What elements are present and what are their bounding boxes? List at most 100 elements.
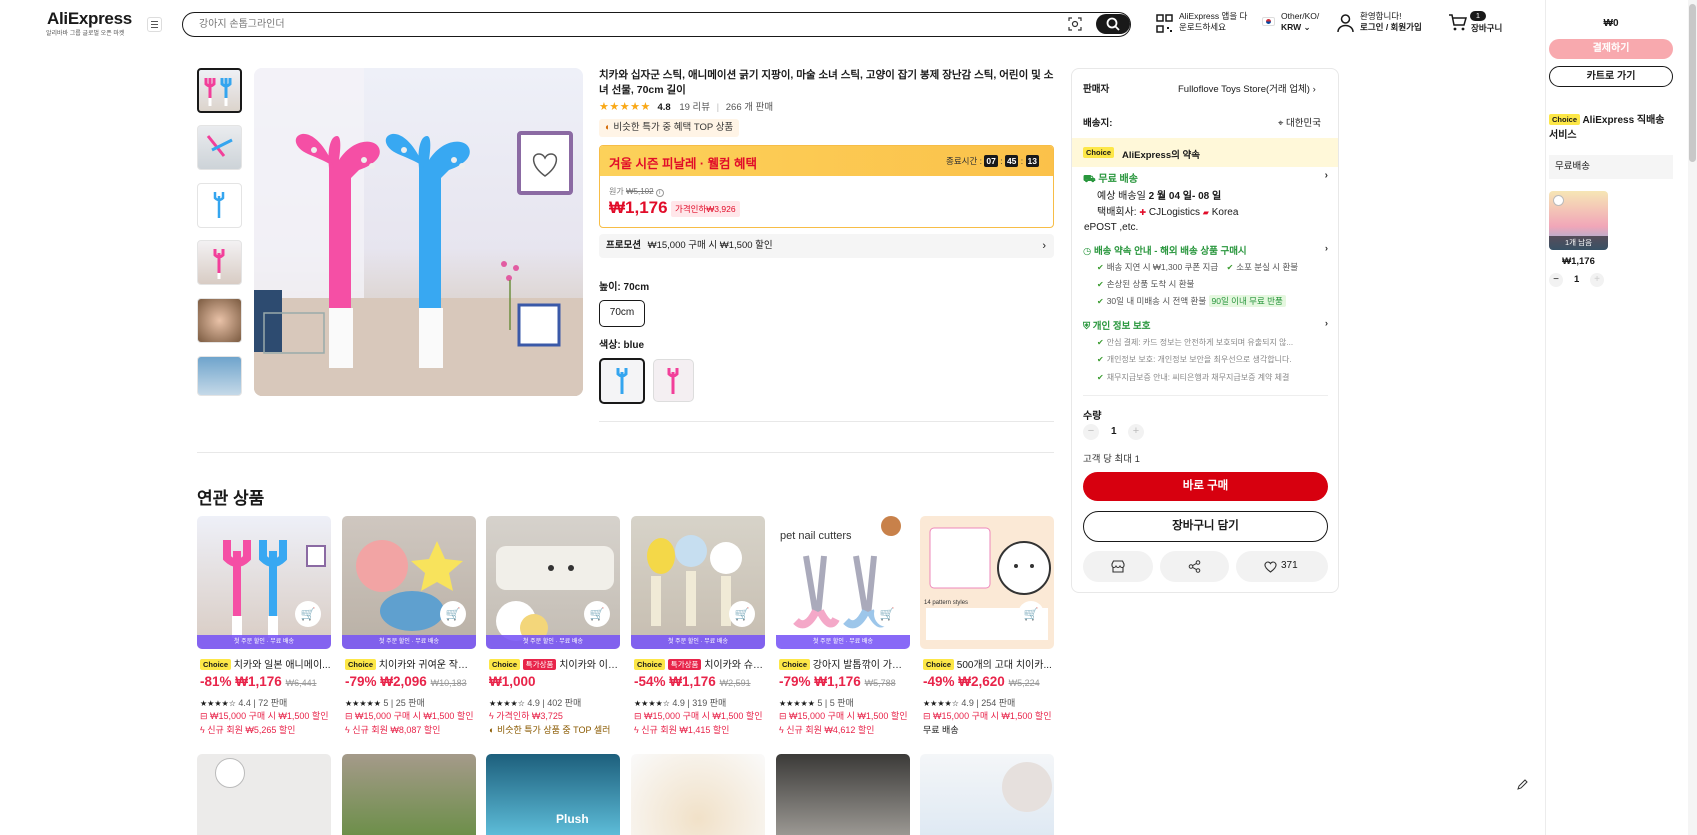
clock-icon: ◷ [1083, 246, 1092, 257]
guarantee-1: ✔ 배송 지연 시 ₩1,300 쿠폰 지급 ✔ 소포 분실 시 환불 [1097, 262, 1299, 272]
cart-icon[interactable] [1448, 14, 1467, 32]
guarantee-4: ✔ 30일 내 미배송 시 전액 환불 90일 이내 무료 반품 [1097, 295, 1286, 307]
heart-icon [1264, 561, 1277, 573]
add-to-cart-icon: 🛒 [874, 601, 900, 627]
seller-label: 판매자 [1083, 84, 1110, 95]
thumbnail-4[interactable] [197, 240, 242, 285]
wishlist-button[interactable]: 371 [1236, 551, 1328, 582]
thumbnail-6[interactable] [197, 356, 242, 396]
rating-stars: ★★★★★ [599, 101, 651, 113]
ship-to-label: 배송지: [1083, 118, 1113, 129]
divider [197, 452, 1054, 453]
rating-row[interactable]: ★★★★★ 4.8 19 리뷰 | 266 개 판매 [599, 99, 773, 113]
app-download-link[interactable]: AliExpress 앱을 다 운로드하세요 [1179, 11, 1247, 33]
cart-item-image[interactable]: 1개 남음 [1549, 191, 1608, 250]
color-option-blue[interactable] [599, 358, 645, 404]
korea-flag-icon [1262, 17, 1275, 26]
quantity-label: 수량 [1083, 411, 1102, 422]
height-option-70cm[interactable]: 70cm [599, 300, 645, 327]
cart-item-checkbox[interactable] [1553, 195, 1564, 206]
top-header: AliExpress 알리바바 그룹 글로벌 오픈 마켓 AliExpress … [0, 0, 1545, 48]
search-bar [182, 12, 1131, 37]
add-to-cart-icon: 🛒 [1018, 601, 1044, 627]
seller-name-link[interactable]: Fulloflove Toys Store(거래 업체) › [1178, 81, 1316, 95]
related-product-card[interactable] [197, 754, 331, 835]
direct-delivery-service: Choice AliExpress 직배송 서비스 [1549, 114, 1665, 141]
privacy-item-1: ✔ 안심 결제: 카드 정보는 안전하게 보호되며 유출되지 않... [1097, 338, 1294, 347]
related-product-card[interactable]: Plush [486, 754, 620, 835]
thumbnail-5[interactable] [197, 298, 242, 343]
product-title: 치카와 십자군 스틱, 애니메이션 긁기 지팡이, 마술 소녀 스틱, 고양이 … [599, 69, 1054, 96]
locale-selector[interactable]: Other/KO/KRW ⌄ [1281, 11, 1319, 33]
delivery-promise-link[interactable]: ◷ 배송 약속 안내 - 해외 배송 상품 구매시 › [1083, 243, 1328, 257]
share-icon [1188, 560, 1201, 573]
height-label: 높이: 70cm [599, 282, 650, 293]
location-pin-icon: ⌖ [1278, 118, 1284, 129]
add-to-cart-button[interactable]: 장바구니 담기 [1083, 511, 1328, 542]
cart-total: ₩0 [1603, 18, 1619, 29]
related-title: 연관 상품 [197, 489, 265, 508]
cart-item-price: ₩1,176 [1562, 256, 1595, 267]
cart-item-increase[interactable]: + [1590, 273, 1604, 287]
image-search-icon[interactable] [1068, 17, 1082, 31]
cart-item-decrease[interactable]: − [1549, 273, 1563, 287]
privacy-item-3: ✔ 채무지급보증 안내: 씨티은행과 채무지급보증 계약 체결 [1097, 373, 1290, 382]
sale-title: 겨울 시즌 피날레 · 웰컴 혜택 [609, 157, 758, 171]
related-product-card[interactable] [631, 754, 765, 835]
add-to-cart-icon: 🛒 [440, 601, 466, 627]
delivery-estimate: 예상 배송일 2 월 04 일- 08 일 [1097, 191, 1222, 202]
store-icon [1111, 560, 1125, 573]
edit-feedback-button[interactable] [1512, 775, 1532, 795]
max-per-customer: 고객 당 최대 1 [1083, 454, 1140, 465]
original-price: 원가 ₩5,102 i [609, 186, 664, 197]
qr-code-icon[interactable] [1156, 14, 1173, 34]
discount-badge: 가격인하₩3,926 [671, 201, 740, 217]
thumbnail-3[interactable] [197, 183, 242, 228]
shield-icon: ⛨ [1083, 321, 1091, 332]
privacy-item-2: ✔ 개인정보 보호: 개인정보 보안을 최우선으로 생각합니다. [1097, 355, 1292, 364]
qty-value[interactable]: 1 [1111, 426, 1117, 437]
logo-subtitle: 알리바바 그룹 글로벌 오픈 마켓 [46, 31, 125, 37]
cart-label[interactable]: 장바구니 [1471, 23, 1502, 34]
checkout-button[interactable]: 결제하기 [1549, 39, 1673, 59]
search-button[interactable] [1096, 14, 1130, 34]
qty-increase-button[interactable]: + [1128, 424, 1144, 440]
go-to-cart-button[interactable]: 카트로 가기 [1549, 66, 1673, 87]
scrollbar[interactable] [1688, 0, 1697, 835]
carrier-info: 택배회사: ✚ CJLogistics ▰ Korea ePOST ,etc. [1084, 207, 1239, 233]
search-icon [1106, 17, 1120, 31]
chevron-right-icon: › [1042, 240, 1046, 252]
main-product-image[interactable] [254, 68, 583, 396]
promotion-row[interactable]: 프로모션 ₩15,000 구매 시 ₩1,500 할인 › [599, 234, 1054, 258]
user-icon[interactable] [1337, 13, 1354, 33]
aliexpress-logo[interactable]: AliExpress [47, 9, 132, 29]
buy-now-button[interactable]: 바로 구매 [1083, 472, 1328, 501]
add-to-cart-icon: 🛒 [729, 601, 755, 627]
cart-item-qty[interactable]: 1 [1574, 274, 1579, 285]
divider [599, 421, 1054, 422]
qty-decrease-button[interactable]: − [1083, 424, 1099, 440]
store-button[interactable] [1083, 551, 1153, 582]
color-option-pink[interactable] [653, 359, 694, 402]
pencil-icon [1517, 779, 1528, 790]
thumbnail-2[interactable] [197, 125, 242, 170]
free-shipping-label: 무료배송 [1549, 155, 1673, 179]
privacy-link[interactable]: ⛨ 개인 정보 보호 › [1083, 318, 1328, 332]
thumbnail-1[interactable] [197, 68, 242, 113]
color-label: 색상: blue [599, 340, 645, 351]
free-shipping-row[interactable]: ⛟ 무료 배송 › [1083, 170, 1328, 187]
choice-promise-bar: Choice AliExpress의 약속 [1072, 138, 1338, 167]
search-input[interactable] [199, 16, 1019, 32]
share-button[interactable] [1160, 551, 1229, 582]
ship-to-selector[interactable]: ⌖ 대한민국 [1278, 115, 1321, 129]
countdown-timer: 종료시간 : 07 : 45 : 13 [946, 155, 1039, 167]
menu-icon[interactable] [147, 17, 162, 32]
divider [1083, 395, 1328, 396]
related-product-card[interactable] [920, 754, 1054, 835]
account-menu[interactable]: 환영합니다! 로그인 / 회원가입 [1360, 11, 1422, 33]
guarantee-3: ✔ 손상된 상품 도착 시 환불 [1097, 279, 1195, 289]
cart-count-badge: 1 [1470, 11, 1486, 21]
related-product-card[interactable] [342, 754, 476, 835]
related-product-card[interactable] [776, 754, 910, 835]
stock-overlay: 1개 남음 [1549, 236, 1608, 250]
